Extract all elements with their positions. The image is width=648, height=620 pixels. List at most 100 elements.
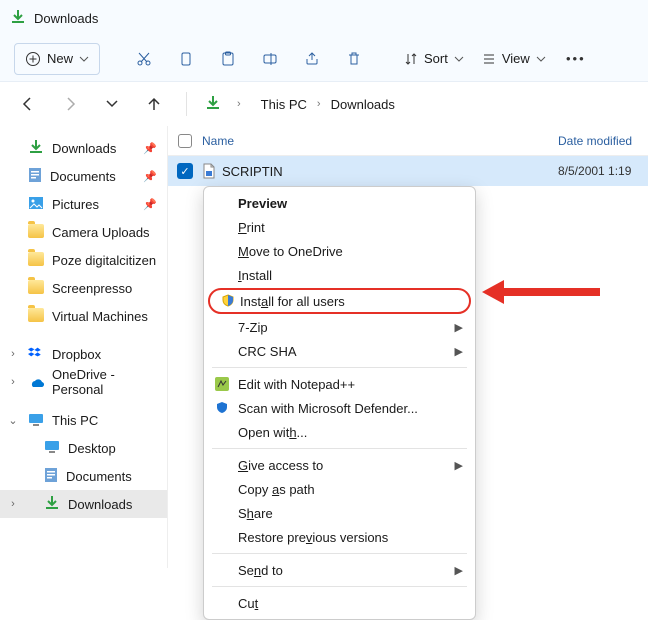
menu-item[interactable]: Restore previous versions: [204, 525, 475, 549]
doc-icon: [28, 167, 42, 186]
share-button[interactable]: [294, 43, 330, 75]
sidebar-item[interactable]: › Dropbox: [0, 340, 167, 368]
chevron-right-icon[interactable]: ›: [6, 498, 20, 510]
chevron-down-icon: [79, 54, 89, 64]
menu-separator: [212, 553, 467, 554]
menu-label: Give access to: [238, 458, 323, 473]
chevron-right-icon[interactable]: ›: [315, 98, 323, 110]
sidebar-label: Virtual Machines: [52, 309, 148, 324]
file-date: 8/5/2001 1:19: [558, 164, 648, 178]
sidebar-item[interactable]: › OneDrive - Personal: [0, 368, 167, 396]
file-icon: [202, 163, 216, 179]
download-icon: [44, 495, 60, 514]
downloads-icon: [205, 95, 221, 114]
cut-button[interactable]: [126, 43, 162, 75]
sort-icon: [404, 52, 418, 66]
recent-button[interactable]: [98, 90, 126, 118]
sidebar-item[interactable]: Virtual Machines: [0, 302, 167, 330]
paste-button[interactable]: [210, 43, 246, 75]
menu-item[interactable]: CRC SHA▶: [204, 339, 475, 363]
download-icon: [28, 139, 44, 158]
menu-label: Copy as path: [238, 482, 315, 497]
sidebar-item[interactable]: Documents 📌: [0, 162, 167, 190]
sidebar-item[interactable]: Pictures📌: [0, 190, 167, 218]
sidebar: Downloads 📌 Documents 📌 Pictures📌Camera Uplo…: [0, 126, 168, 568]
sort-button[interactable]: Sort: [398, 43, 470, 75]
share-icon: [304, 51, 320, 67]
file-row[interactable]: ✓ SCRIPTIN 8/5/2001 1:19: [168, 156, 648, 186]
menu-item[interactable]: Scan with Microsoft Defender...: [204, 396, 475, 420]
chevron-right-icon[interactable]: ›: [235, 98, 243, 110]
menu-item[interactable]: Cut: [204, 591, 475, 615]
clipboard-icon: [220, 51, 236, 67]
menu-item[interactable]: Move to OneDrive: [204, 239, 475, 263]
breadcrumb-item[interactable]: This PC: [257, 95, 311, 114]
sidebar-item[interactable]: ›Downloads: [0, 490, 167, 518]
chevron-down-icon[interactable]: ⌄: [6, 414, 20, 427]
pin-icon: 📌: [143, 142, 157, 155]
context-menu: Preview Print Move to OneDrive Install Insta…: [203, 186, 476, 620]
sidebar-item-this-pc[interactable]: ⌄ This PC: [0, 406, 167, 434]
menu-label: CRC SHA: [238, 344, 297, 359]
sidebar-item[interactable]: Documents: [0, 462, 167, 490]
menu-label: Edit with Notepad++: [238, 377, 355, 392]
chevron-down-icon: [536, 54, 546, 64]
column-headers: Name Date modified: [168, 126, 648, 156]
plus-circle-icon: [25, 51, 41, 67]
sidebar-item[interactable]: Screenpresso: [0, 274, 167, 302]
breadcrumb-item[interactable]: Downloads: [327, 95, 399, 114]
sidebar-label: Downloads: [52, 141, 116, 156]
toolbar: New Sort View •••: [0, 36, 648, 82]
chevron-right-icon[interactable]: ›: [6, 376, 20, 388]
folder-icon: [28, 224, 44, 241]
sidebar-item[interactable]: Desktop: [0, 434, 167, 462]
menu-item[interactable]: Give access to ▶: [204, 453, 475, 477]
menu-item[interactable]: Copy as path: [204, 477, 475, 501]
desktop-icon: [44, 440, 60, 457]
more-button[interactable]: •••: [558, 43, 594, 75]
rename-button[interactable]: [252, 43, 288, 75]
menu-label: Install: [238, 268, 272, 283]
column-name[interactable]: Name: [202, 134, 558, 148]
copy-button[interactable]: [168, 43, 204, 75]
menu-label: Move to OneDrive: [238, 244, 343, 259]
column-date[interactable]: Date modified: [558, 134, 648, 148]
menu-label: Print: [238, 220, 265, 235]
sidebar-label: OneDrive - Personal: [52, 367, 167, 397]
menu-item[interactable]: Send to▶: [204, 558, 475, 582]
select-all-checkbox[interactable]: [178, 134, 192, 148]
view-button[interactable]: View: [476, 43, 552, 75]
defender-icon: [214, 400, 230, 416]
up-button[interactable]: [140, 90, 168, 118]
menu-item[interactable]: Install: [204, 263, 475, 287]
menu-item[interactable]: Share: [204, 501, 475, 525]
file-name: SCRIPTIN: [222, 164, 283, 179]
sidebar-label: Dropbox: [52, 347, 101, 362]
new-button[interactable]: New: [14, 43, 100, 75]
menu-item[interactable]: Install for all users: [208, 288, 471, 314]
sidebar-label: Poze digitalcitizen: [52, 253, 156, 268]
sidebar-item[interactable]: Downloads 📌: [0, 134, 167, 162]
chevron-right-icon[interactable]: ›: [6, 348, 20, 360]
row-checkbox[interactable]: ✓: [177, 163, 193, 179]
onedrive-icon: [28, 375, 44, 390]
menu-item[interactable]: 7-Zip▶: [204, 315, 475, 339]
delete-button[interactable]: [336, 43, 372, 75]
menu-label: Open with...: [238, 425, 307, 440]
menu-label: Preview: [238, 196, 287, 211]
chevron-right-icon: ▶: [455, 459, 463, 472]
sidebar-item[interactable]: Camera Uploads: [0, 218, 167, 246]
menu-label: Cut: [238, 596, 258, 611]
sidebar-label: Documents: [50, 169, 116, 184]
view-icon: [482, 52, 496, 66]
back-button[interactable]: [14, 90, 42, 118]
menu-item[interactable]: Open with...: [204, 420, 475, 444]
menu-label: 7-Zip: [238, 320, 268, 335]
pin-icon: 📌: [143, 170, 157, 183]
menu-item[interactable]: Print: [204, 215, 475, 239]
folder-icon: [28, 252, 44, 269]
sidebar-item[interactable]: Poze digitalcitizen: [0, 246, 167, 274]
forward-button[interactable]: [56, 90, 84, 118]
menu-item[interactable]: Preview: [204, 191, 475, 215]
menu-item[interactable]: Edit with Notepad++: [204, 372, 475, 396]
